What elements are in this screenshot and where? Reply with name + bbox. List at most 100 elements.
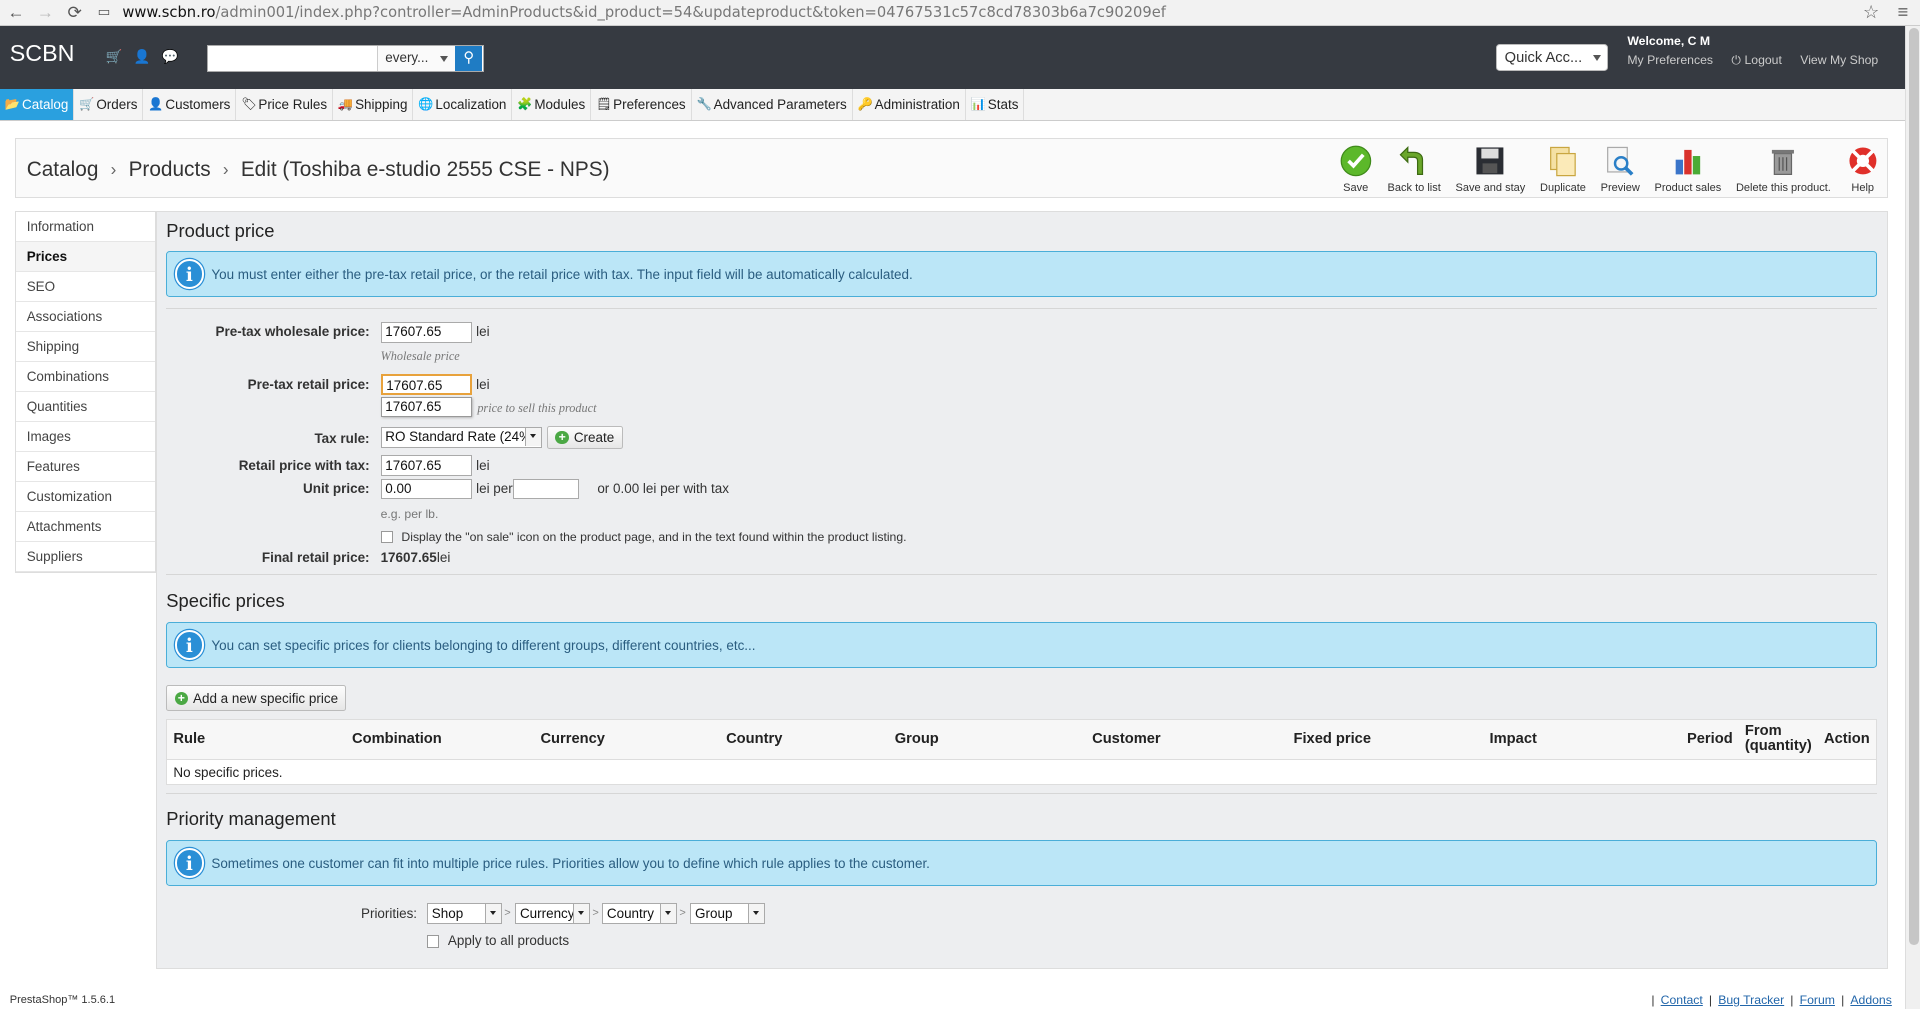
priority-select-4[interactable]: Group (690, 903, 766, 925)
contact-link[interactable]: Contact (1661, 993, 1703, 1007)
save-button[interactable]: Save (1331, 144, 1380, 194)
menu-shipping[interactable]: 🚚 Shipping (333, 89, 414, 120)
sales-label: Product sales (1654, 182, 1722, 195)
priority-select-2[interactable]: Currency (515, 903, 590, 925)
forum-link[interactable]: Forum (1800, 993, 1835, 1007)
chevron-down-icon (748, 904, 765, 923)
customer-icon[interactable]: 👤 (133, 49, 151, 65)
unity-input[interactable] (512, 478, 579, 500)
sidebar-item-customization[interactable]: Customization (15, 482, 155, 512)
my-preferences-link[interactable]: My Preferences (1627, 53, 1713, 68)
column-header: Country (719, 719, 889, 760)
priority-value: Country (606, 905, 654, 921)
sidebar-item-features[interactable]: Features (15, 452, 155, 482)
chevron-down-icon (484, 904, 501, 923)
info-icon: i (174, 630, 204, 660)
cart-icon: 🛒 (79, 96, 95, 111)
menu-price-rules[interactable]: 🏷 Price Rules (236, 89, 334, 120)
sidebar-item-images[interactable]: Images (15, 422, 155, 452)
sidebar-item-seo[interactable]: SEO (15, 272, 155, 302)
footer-separator: | (1841, 993, 1845, 1008)
sidebar-item-attachments[interactable]: Attachments (15, 512, 155, 542)
column-header: Impact (1483, 719, 1681, 760)
menu-label: Price Rules (258, 97, 328, 113)
menu-customers[interactable]: 👤 Customers (143, 89, 237, 120)
save-label: Save (1343, 182, 1369, 195)
menu-label: Customers (165, 97, 231, 113)
on-sale-checkbox[interactable] (380, 531, 393, 544)
page-scrollbar[interactable] (1905, 25, 1920, 1009)
address-bar[interactable]: www.scbn.ro/admin001/index.php?controlle… (122, 4, 1851, 21)
add-specific-price-label: Add a new specific price (192, 690, 339, 706)
chevron-right-icon: › (222, 158, 229, 179)
priority-select-1[interactable]: Shop (427, 903, 502, 925)
menu-label: Shipping (355, 97, 408, 113)
menu-administration[interactable]: 🔑 Administration (853, 89, 966, 120)
preferences-icon: 🗒 (595, 96, 612, 111)
sales-chart-icon (1675, 150, 1701, 175)
menu-modules[interactable]: 🧩 Modules (512, 89, 592, 120)
preview-button[interactable]: Preview (1593, 144, 1647, 194)
user-icon: 👤 (148, 96, 164, 111)
forward-arrow-icon[interactable]: → (34, 2, 56, 23)
search-icon[interactable]: ⚲ (455, 46, 483, 71)
sidebar-item-information[interactable]: Information (15, 212, 155, 242)
priority-select-3[interactable]: Country (602, 903, 677, 925)
tax-rule-select[interactable]: RO Standard Rate (24%) (380, 427, 543, 448)
menu-catalog[interactable]: 📂 Catalog (0, 89, 75, 120)
view-shop-link[interactable]: View My Shop (1800, 53, 1878, 68)
cart-icon[interactable]: 🛒 (105, 49, 122, 65)
prices-panel: Product price i You must enter either the… (155, 210, 1889, 969)
delete-product-button[interactable]: Delete this product. (1729, 144, 1839, 194)
unit-per-label: lei per (476, 480, 513, 496)
add-icon: + (174, 691, 189, 706)
messages-icon[interactable]: 💬 (162, 49, 179, 65)
apply-all-checkbox[interactable] (427, 935, 440, 948)
sidebar-item-prices[interactable]: Prices (15, 241, 155, 272)
unit-price-input[interactable]: 0.00 (380, 478, 473, 500)
wholesale-price-input[interactable]: 17607.65 (380, 321, 473, 343)
retail-with-tax-input[interactable]: 17607.65 (380, 455, 473, 477)
menu-localization[interactable]: 🌐 Localization (413, 89, 513, 120)
puzzle-icon: 🧩 (517, 96, 533, 111)
sidebar-item-associations[interactable]: Associations (15, 302, 155, 332)
bug-tracker-link[interactable]: Bug Tracker (1718, 993, 1784, 1007)
footer-separator: | (1790, 993, 1794, 1008)
priorities-label: Priorities: (360, 905, 418, 921)
menu-stats[interactable]: 📊 Stats (966, 89, 1025, 120)
duplicate-button[interactable]: Duplicate (1533, 144, 1594, 194)
product-price-heading: Product price (166, 220, 275, 242)
menu-orders[interactable]: 🛒 Orders (74, 89, 144, 120)
reload-icon[interactable]: ⟳ (64, 2, 86, 23)
retail-price-input[interactable]: 17607.65 (380, 374, 473, 396)
logout-link[interactable]: ⏻ Logout (1731, 53, 1782, 68)
info-text: You must enter either the pre-tax retail… (211, 266, 913, 282)
sidebar-item-shipping[interactable]: Shipping (15, 332, 155, 362)
column-header: Fixed price (1287, 719, 1484, 760)
quick-access-select[interactable]: Quick Acc... (1496, 44, 1608, 71)
sidebar-item-suppliers[interactable]: Suppliers (15, 542, 155, 572)
shop-logo[interactable]: SCBN (10, 40, 75, 67)
autocomplete-suggestion[interactable]: 17607.65 (380, 396, 473, 418)
save-and-stay-button[interactable]: Save and stay (1448, 144, 1533, 194)
sidebar-item-quantities[interactable]: Quantities (15, 392, 155, 422)
star-icon[interactable]: ☆ (1859, 1, 1883, 23)
menu-icon[interactable]: ≡ (1891, 1, 1915, 23)
add-specific-price-button[interactable]: + Add a new specific price (166, 685, 347, 712)
create-tax-rule-button[interactable]: + Create (547, 425, 623, 450)
menu-preferences[interactable]: 🗒 Preferences (591, 89, 692, 120)
tax-rule-value: RO Standard Rate (24%) (385, 429, 536, 445)
help-button[interactable]: Help (1838, 144, 1887, 194)
menu-advanced-parameters[interactable]: 🔧 Advanced Parameters (692, 89, 853, 120)
back-arrow-icon[interactable]: ← (5, 2, 27, 23)
scrollbar-thumb[interactable] (1908, 28, 1919, 946)
sidebar-item-combinations[interactable]: Combinations (15, 362, 155, 392)
product-sales-button[interactable]: Product sales (1647, 144, 1728, 194)
preview-label: Preview (1600, 182, 1640, 195)
breadcrumb-products[interactable]: Products (129, 158, 211, 182)
breadcrumb-catalog[interactable]: Catalog (27, 158, 99, 182)
search-input[interactable] (207, 46, 377, 71)
addons-link[interactable]: Addons (1850, 993, 1892, 1007)
search-scope-select[interactable]: every... (376, 46, 456, 71)
back-to-list-button[interactable]: Back to list (1380, 144, 1448, 194)
